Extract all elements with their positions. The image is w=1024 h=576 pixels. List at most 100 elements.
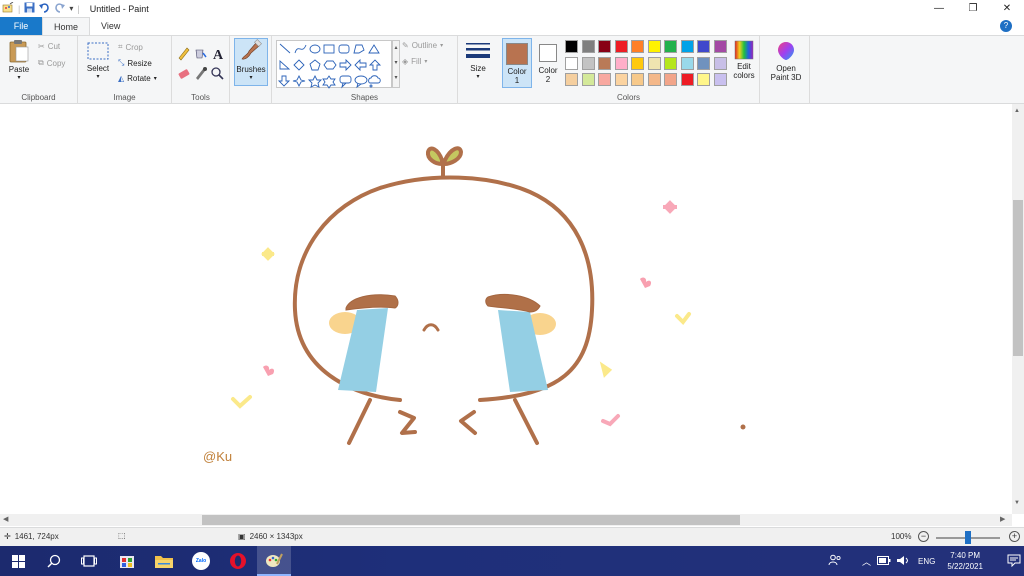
curve-shape-icon xyxy=(294,44,307,54)
five-point-star-shape-icon xyxy=(307,74,323,88)
color-swatch[interactable] xyxy=(664,73,677,86)
color-swatch[interactable] xyxy=(631,56,644,70)
scroll-right-icon[interactable]: ▶ xyxy=(1000,515,1005,523)
start-button[interactable] xyxy=(1,546,35,576)
resize-button[interactable]: ⤡ Resize xyxy=(118,58,152,68)
color-swatch[interactable] xyxy=(598,73,611,86)
color-swatch[interactable] xyxy=(697,56,710,70)
shapes-gallery[interactable] xyxy=(276,40,392,89)
select-button[interactable]: Select ▾ xyxy=(84,40,112,80)
cut-button[interactable]: ✂ Cut xyxy=(38,42,60,51)
taskbar-app-store[interactable] xyxy=(110,546,144,576)
tab-file[interactable]: File xyxy=(0,17,42,35)
battery-icon[interactable] xyxy=(877,555,891,567)
language-indicator[interactable]: ENG xyxy=(918,557,935,566)
horizontal-scrollbar[interactable]: ◀ ▶ xyxy=(0,514,1012,526)
color2-label: Color xyxy=(538,66,558,75)
notifications-icon[interactable] xyxy=(1007,554,1021,569)
save-icon[interactable] xyxy=(24,2,35,15)
customize-qat-icon[interactable]: ▾ xyxy=(69,4,73,13)
color-swatch[interactable] xyxy=(581,56,595,70)
color-swatch[interactable] xyxy=(581,40,595,53)
color-swatch[interactable] xyxy=(664,56,677,70)
scroll-up-icon[interactable]: ▲ xyxy=(1014,108,1020,114)
color-swatch[interactable] xyxy=(598,40,611,53)
color-swatch[interactable] xyxy=(631,73,644,86)
clock[interactable]: 7:40 PM 5/22/2021 xyxy=(947,550,983,572)
color-swatch[interactable] xyxy=(713,56,727,70)
paint-app-icon[interactable] xyxy=(2,1,14,16)
taskbar-file-explorer[interactable] xyxy=(147,546,181,576)
scroll-down-icon[interactable]: ▼ xyxy=(1014,500,1020,506)
vertical-scrollbar[interactable]: ▲ ▼ xyxy=(1012,104,1024,514)
color-swatch[interactable] xyxy=(697,73,710,86)
vertical-scroll-thumb[interactable] xyxy=(1013,200,1023,356)
taskbar-paint[interactable] xyxy=(257,546,291,576)
drawing-canvas[interactable]: @Ku xyxy=(0,104,1012,514)
fill-dropdown-icon[interactable]: ▾ xyxy=(424,58,427,65)
close-button[interactable]: ✕ xyxy=(990,0,1024,17)
color-swatch[interactable] xyxy=(680,73,694,86)
task-view-button[interactable] xyxy=(72,546,106,576)
zoom-slider-thumb[interactable] xyxy=(965,531,971,544)
search-button[interactable] xyxy=(37,546,71,576)
crop-button[interactable]: ⌗ Crop xyxy=(118,42,143,52)
taskbar-zalo[interactable]: Zalo xyxy=(184,546,218,576)
color-swatch[interactable] xyxy=(614,73,628,86)
redo-icon[interactable] xyxy=(54,2,66,15)
select-dropdown-icon[interactable]: ▾ xyxy=(84,73,112,80)
tab-view[interactable]: View xyxy=(90,17,131,35)
rotate-dropdown-icon[interactable]: ▾ xyxy=(154,75,157,82)
shapes-gallery-scroll[interactable]: ▴ ▾ ▾ xyxy=(392,40,400,88)
color-swatch[interactable] xyxy=(565,73,578,86)
color-swatch[interactable] xyxy=(581,73,595,86)
paste-dropdown-icon[interactable]: ▾ xyxy=(4,74,34,81)
paste-button[interactable]: Paste ▾ xyxy=(4,39,34,81)
undo-icon[interactable] xyxy=(39,2,50,15)
brushes-dropdown-icon[interactable]: ▾ xyxy=(235,74,267,81)
color-swatch[interactable] xyxy=(664,40,677,53)
color-swatch[interactable] xyxy=(680,56,694,70)
fill-button[interactable]: ◈ Fill ▾ xyxy=(402,57,427,66)
help-icon[interactable]: ? xyxy=(1000,20,1012,32)
show-hidden-icons-icon[interactable]: ︿ xyxy=(862,555,871,568)
tab-home[interactable]: Home xyxy=(42,17,91,35)
rotate-button[interactable]: ◭ Rotate ▾ xyxy=(118,74,157,83)
color-swatch[interactable] xyxy=(614,56,628,70)
color-swatch[interactable] xyxy=(713,40,727,53)
taskbar-opera[interactable] xyxy=(221,546,255,576)
edit-colors-button[interactable]: Edit colors xyxy=(730,40,758,80)
color-swatch[interactable] xyxy=(697,40,710,53)
outline-button[interactable]: ✎ Outline ▾ xyxy=(402,41,443,50)
scroll-left-icon[interactable]: ◀ xyxy=(3,515,8,523)
color-swatch[interactable] xyxy=(598,56,611,70)
edit-colors-label: Edit xyxy=(737,62,751,71)
restore-button[interactable]: ❐ xyxy=(956,0,990,17)
zoom-level: 100% xyxy=(891,532,912,541)
size-dropdown-icon[interactable]: ▾ xyxy=(462,73,494,80)
zoom-out-button[interactable]: − xyxy=(918,531,929,542)
minimize-button[interactable]: — xyxy=(922,0,956,17)
copy-button[interactable]: ⧉ Copy xyxy=(38,58,65,68)
zoom-in-button[interactable]: + xyxy=(1009,531,1020,542)
color-swatch[interactable] xyxy=(565,40,578,53)
tools-icons: A xyxy=(178,47,224,80)
outline-dropdown-icon[interactable]: ▾ xyxy=(440,42,443,49)
color-swatch[interactable] xyxy=(713,73,727,86)
color-swatch[interactable] xyxy=(647,56,661,70)
color2-button[interactable]: Color 2 xyxy=(534,38,562,88)
size-button[interactable]: Size ▾ xyxy=(462,40,494,80)
open-paint3d-button[interactable]: Open Paint 3D xyxy=(766,40,806,82)
brushes-button[interactable]: Brushes ▾ xyxy=(234,38,268,86)
color1-number: 1 xyxy=(514,76,520,85)
people-icon[interactable] xyxy=(828,554,842,568)
color1-button[interactable]: Color 1 xyxy=(502,38,532,88)
color-swatch[interactable] xyxy=(680,40,694,53)
color-swatch[interactable] xyxy=(647,40,661,53)
color-swatch[interactable] xyxy=(614,40,628,53)
color-swatch[interactable] xyxy=(647,73,661,86)
horizontal-scroll-thumb[interactable] xyxy=(202,515,740,525)
volume-icon[interactable] xyxy=(896,555,910,568)
color-swatch[interactable] xyxy=(631,40,644,53)
color-swatch[interactable] xyxy=(565,56,578,70)
